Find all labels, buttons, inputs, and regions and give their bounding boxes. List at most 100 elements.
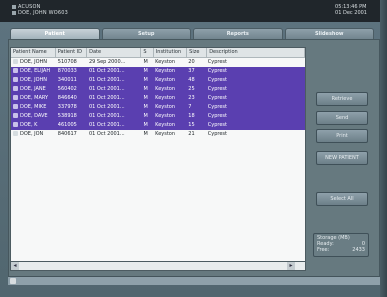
patient-id-cell: 340011 — [56, 76, 87, 85]
date-cell-text: 01 Oct 2001... — [88, 86, 125, 92]
size-cell: 23 — [186, 94, 206, 103]
patient-id-cell: 846640 — [56, 94, 87, 103]
send-button[interactable]: Send — [316, 111, 368, 125]
description-cell-text: Cyprest — [207, 77, 227, 83]
date-cell-text: 01 Oct 2001... — [88, 68, 125, 74]
scroll-right-icon[interactable]: ▸ — [287, 262, 295, 270]
date-cell-text: 01 Oct 2001... — [88, 95, 125, 101]
table-row[interactable]: DOE, DAVE 538918 01 Oct 2001... M Keyston 18 C… — [11, 112, 305, 121]
table-row[interactable]: DOE, JON 840617 01 Oct 2001... M Keyston 21 Cy… — [11, 130, 305, 139]
sex-cell: M — [141, 85, 153, 94]
sex-cell: M — [141, 94, 153, 103]
clock-date: 01 Dec 2001 — [335, 10, 367, 16]
sex-cell: M — [141, 112, 153, 121]
institution-cell: Keyston — [153, 130, 186, 139]
description-cell: Cyprest — [206, 103, 305, 112]
date-cell-text: 01 Oct 2001... — [88, 77, 125, 83]
patient-name-cell-text: DOE, MARY — [20, 95, 49, 101]
patient-name-cell-text: DOE, DAVE — [20, 113, 48, 119]
sex-cell-text: M — [143, 104, 148, 110]
col-institution[interactable]: Institution — [154, 48, 188, 57]
table-row[interactable]: DOE, MIKE 337978 01 Oct 2001... M Keyston 7 Cy… — [11, 103, 305, 112]
institution-cell: Keyston — [153, 76, 186, 85]
description-cell-text: Cyprest — [207, 122, 227, 128]
sex-cell: M — [141, 58, 153, 67]
size-cell-text: 23 — [188, 95, 195, 101]
table-header: Patient Name Patient ID Date S Instituti… — [11, 48, 305, 58]
institution-cell-text: Keyston — [155, 59, 176, 65]
description-cell-text: Cyprest — [207, 131, 227, 137]
description-cell-text: Cyprest — [207, 104, 227, 110]
patient-id-cell: 461005 — [56, 121, 87, 130]
sex-cell-text: M — [143, 77, 148, 83]
size-cell: 20 — [186, 58, 206, 67]
institution-cell-text: Keyston — [155, 131, 176, 137]
new-patient-button[interactable]: NEW PATIENT — [316, 151, 368, 165]
sex-cell-text: M — [143, 131, 148, 137]
sex-cell-text: M — [143, 68, 148, 74]
patient-icon — [13, 77, 18, 82]
size-cell: 37 — [186, 67, 206, 76]
horizontal-scrollbar[interactable]: ◂ ▸ — [10, 261, 306, 271]
table-row[interactable]: DOE, JOHN 510708 29 Sep 2000... M Keyston 20 C… — [11, 58, 305, 67]
scroll-thumb[interactable] — [10, 278, 16, 284]
table-row[interactable]: DOE, JANE 560402 01 Oct 2001... M Keyston 25 C… — [11, 85, 305, 94]
description-cell-text: Cyprest — [207, 95, 227, 101]
col-patient-name[interactable]: Patient Name — [11, 48, 56, 57]
col-description[interactable]: Description — [207, 48, 305, 57]
date-cell: 01 Oct 2001... — [87, 103, 142, 112]
size-cell-text: 20 — [188, 59, 195, 65]
size-cell: 18 — [186, 112, 206, 121]
table-row[interactable]: DOE, ELIJAH 870033 01 Oct 2001... M Keyston 3… — [11, 67, 305, 76]
table-row[interactable]: DOE, JOHN 340011 01 Oct 2001... M Keyston 48 C… — [11, 76, 305, 85]
col-date[interactable]: Date — [87, 48, 142, 57]
date-cell-text: 01 Oct 2001... — [88, 104, 125, 110]
sex-cell: M — [141, 76, 153, 85]
logo-icon — [12, 4, 16, 9]
sex-cell: M — [141, 103, 153, 112]
patient-id-cell-text: 538918 — [57, 113, 77, 119]
patient-name-cell: DOE, DAVE — [11, 112, 56, 121]
date-cell: 01 Oct 2001... — [87, 94, 142, 103]
institution-cell-text: Keyston — [155, 113, 176, 119]
sex-cell-text: M — [143, 59, 148, 65]
description-cell: Cyprest — [206, 94, 305, 103]
select-all-button[interactable]: Select All — [316, 192, 368, 206]
free-value: 2433 — [352, 247, 365, 253]
date-cell-text: 29 Sep 2000... — [88, 59, 126, 65]
size-cell-text: 15 — [188, 122, 195, 128]
size-cell: 48 — [186, 76, 206, 85]
bottom-scrollbar[interactable] — [8, 276, 380, 285]
scroll-left-icon[interactable]: ◂ — [11, 262, 19, 270]
date-cell: 29 Sep 2000... — [87, 58, 142, 67]
patient-name-cell-text: DOE, ELIJAH — [20, 68, 51, 74]
patient-name-cell: DOE, ELIJAH — [11, 67, 56, 76]
print-button[interactable]: Print — [316, 129, 368, 143]
date-cell-text: 01 Oct 2001... — [88, 113, 125, 119]
description-cell: Cyprest — [206, 67, 305, 76]
patient-name-cell: DOE, JANE — [11, 85, 56, 94]
table-row[interactable]: DOE, K 461005 01 Oct 2001... M Keyston 15 Cypr… — [11, 121, 305, 130]
institution-cell-text: Keyston — [155, 77, 176, 83]
patient-id-cell-text: 870033 — [57, 68, 77, 74]
institution-cell: Keyston — [153, 58, 186, 67]
patient-name-cell: DOE, JOHN — [11, 76, 56, 85]
patient-id-cell-text: 840617 — [57, 131, 77, 137]
sex-cell-text: M — [143, 122, 148, 128]
patient-id-cell-text: 560402 — [57, 86, 77, 92]
sex-cell-text: M — [143, 113, 148, 119]
patient-icon — [13, 59, 18, 64]
retrieve-button[interactable]: Retrieve — [316, 92, 368, 106]
patient-table[interactable]: Patient Name Patient ID Date S Instituti… — [10, 47, 306, 262]
description-cell-text: Cyprest — [207, 68, 227, 74]
col-patient-id[interactable]: Patient ID — [56, 48, 88, 57]
size-cell-text: 37 — [188, 68, 195, 74]
col-size[interactable]: Size — [187, 48, 208, 57]
date-cell: 01 Oct 2001... — [87, 76, 142, 85]
patient-icon — [13, 131, 18, 136]
institution-cell: Keyston — [153, 85, 186, 94]
col-sex[interactable]: S — [141, 48, 154, 57]
patient-icon — [12, 10, 16, 15]
description-cell: Cyprest — [206, 130, 305, 139]
table-row[interactable]: DOE, MARY 846640 01 Oct 2001... M Keyston 23 C… — [11, 94, 305, 103]
